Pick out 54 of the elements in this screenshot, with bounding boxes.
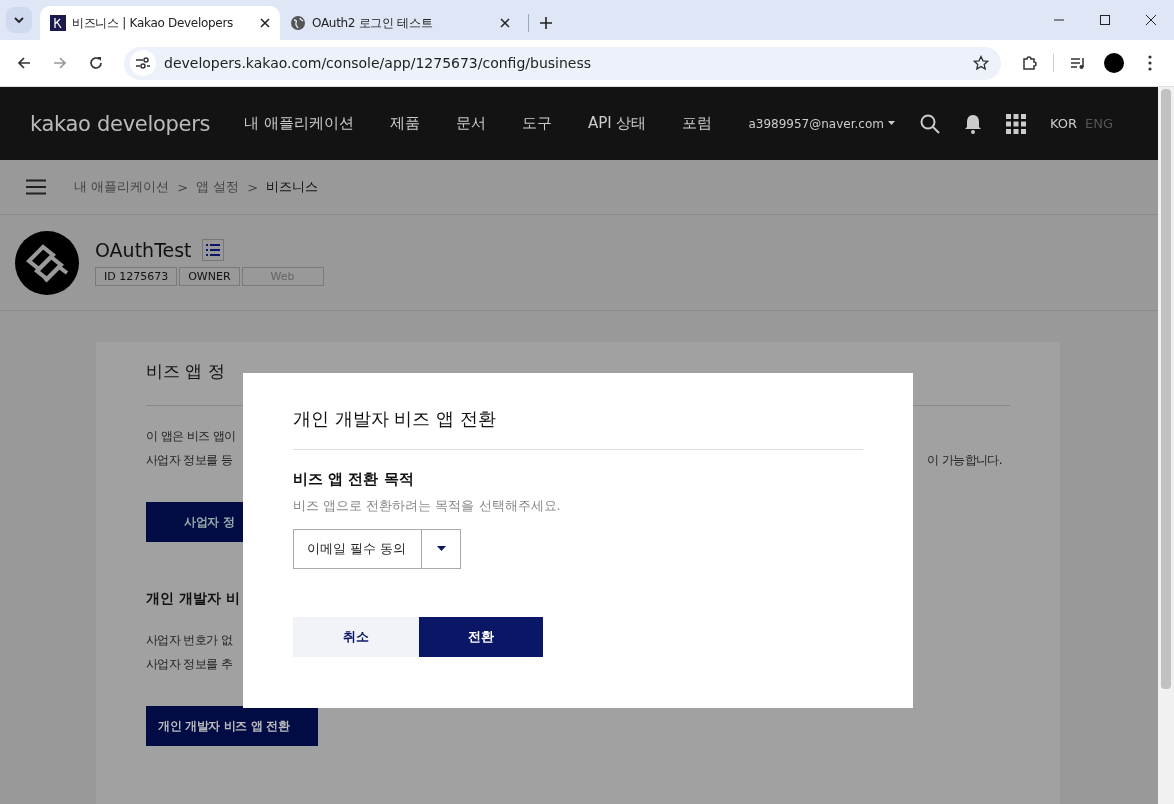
tab-title: OAuth2 로그인 테스트	[312, 14, 434, 32]
logo[interactable]: kakao developers	[30, 111, 211, 136]
description-text: 이 가능합니다.	[927, 452, 1002, 469]
cancel-button[interactable]: 취소	[293, 617, 419, 657]
breadcrumb-separator: >	[177, 179, 189, 195]
menu-icon[interactable]	[26, 179, 46, 195]
convert-button[interactable]: 개인 개발자 비즈 앱 전환	[146, 706, 318, 746]
app-name: OAuthTest	[95, 239, 192, 261]
address-bar[interactable]: developers.kakao.com/console/app/1275673/config/business	[124, 46, 1001, 80]
app-tag: OWNER	[179, 267, 240, 286]
bell-icon[interactable]	[963, 113, 982, 134]
section-title: 개인 개발자 비	[146, 590, 240, 608]
site-settings-icon[interactable]	[130, 50, 156, 76]
bookmark-star-icon[interactable]	[973, 55, 989, 71]
tab-menu-icon[interactable]	[6, 7, 32, 33]
confirm-button[interactable]: 전환	[419, 617, 543, 657]
close-icon[interactable]	[260, 18, 270, 28]
field-label: 비즈 앱 전환 목적	[293, 470, 414, 489]
section-title: 비즈 앱 정	[146, 360, 225, 383]
description-text: 사업자 번호가 없	[146, 632, 233, 649]
nav-link[interactable]: 문서	[455, 114, 486, 133]
description-text: 사업자 정보를 등	[146, 452, 233, 469]
url-text: developers.kakao.com/console/app/1275673/config/business	[164, 55, 593, 71]
breadcrumb-separator: >	[247, 179, 259, 195]
breadcrumb-item[interactable]: 앱 설정	[196, 178, 240, 196]
breadcrumb-item[interactable]: 내 애플리케이션	[74, 178, 170, 196]
description-text: 이 앱은 비즈 앱이	[146, 428, 236, 445]
close-icon[interactable]	[500, 18, 510, 28]
app-tag: ID 1275673	[95, 267, 178, 286]
description-text: 사업자 정보를 추	[146, 656, 233, 673]
apps-grid-icon[interactable]	[1005, 113, 1026, 134]
app-logo-icon	[15, 230, 79, 295]
nav-link[interactable]: 도구	[521, 114, 552, 133]
caret-icon	[436, 546, 446, 552]
kakao-favicon-icon	[50, 15, 66, 31]
browser-tab[interactable]: 비즈니스 | Kakao Developers	[40, 6, 280, 40]
help-text: 비즈 앱으로 전환하려는 목적을 선택해주세요.	[293, 497, 561, 515]
nav-link[interactable]: API 상태	[587, 114, 647, 133]
dialog-title: 개인 개발자 비즈 앱 전환	[293, 407, 496, 431]
tab-title: 비즈니스 | Kakao Developers	[72, 14, 234, 32]
breadcrumb-item[interactable]: 비즈니스	[266, 178, 319, 196]
new-tab-icon[interactable]	[539, 16, 553, 30]
nav-link[interactable]: 포럼	[682, 114, 713, 133]
globe-icon	[290, 15, 306, 31]
scrollbar[interactable]	[1158, 87, 1174, 804]
language-option[interactable]: KOR	[1049, 116, 1078, 131]
nav-link[interactable]: 제품	[389, 114, 420, 133]
list-icon[interactable]	[201, 239, 224, 261]
account-menu[interactable]: a3989957@naver.com	[748, 116, 896, 131]
purpose-dropdown[interactable]: 이메일 필수 동의	[293, 529, 461, 569]
caret-icon	[887, 121, 896, 126]
nav-link[interactable]: 내 애플리케이션	[244, 114, 354, 133]
search-icon[interactable]	[919, 113, 940, 134]
browser-tab[interactable]: OAuth2 로그인 테스트	[280, 6, 520, 40]
